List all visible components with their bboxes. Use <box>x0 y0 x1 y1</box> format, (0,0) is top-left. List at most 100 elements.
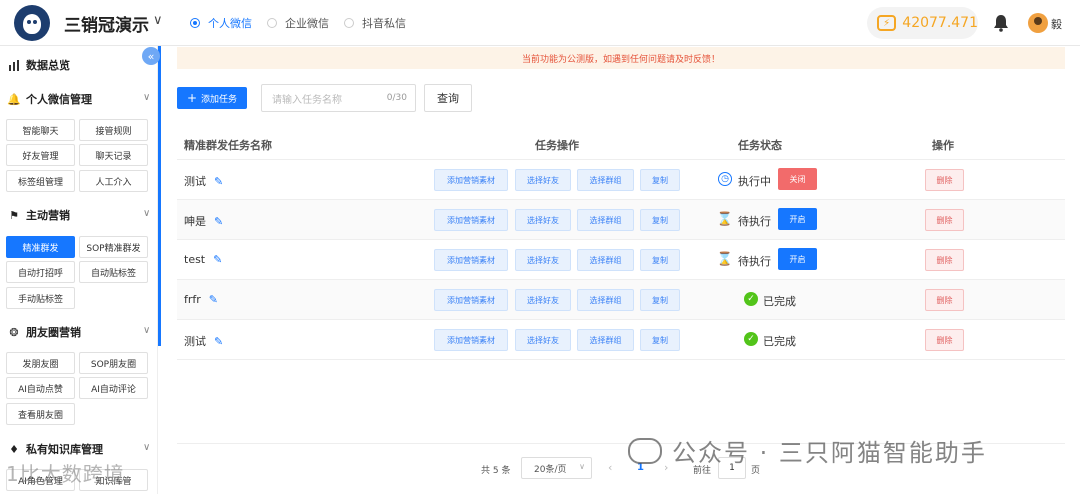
sidebar-section-knowledge-base[interactable]: ♦ 私有知识库管理 <box>8 441 103 457</box>
check-circle-icon: ✓ <box>744 292 758 306</box>
sidebar-item-auto-tag[interactable]: 自动贴标签 <box>79 261 148 283</box>
select-groups-button[interactable]: 选择群组 <box>577 169 634 191</box>
chevron-down-icon[interactable]: ∨ <box>153 13 163 28</box>
delete-button[interactable]: 删除 <box>925 209 964 231</box>
chevron-down-icon[interactable]: ∨ <box>143 442 150 453</box>
sidebar-item-ai-auto-like[interactable]: AI自动点赞 <box>6 377 75 399</box>
sidebar-section-active-marketing[interactable]: ⚑ 主动营销 <box>8 207 70 223</box>
edit-pen-icon[interactable]: ✎ <box>214 175 223 188</box>
table-row: 测试 ✎ 添加营销素材 选择好友 选择群组 复制 ✓ 已完成 删除 <box>177 320 1065 360</box>
task-search-input[interactable]: 请输入任务名称 0/30 <box>261 84 416 112</box>
chevron-down-icon[interactable]: ∨ <box>143 325 150 336</box>
start-task-button[interactable]: 开启 <box>778 208 817 230</box>
radio-icon <box>190 18 200 28</box>
status-text: 已完成 <box>763 335 796 348</box>
sidebar-item-tag-groups[interactable]: 标签组管理 <box>6 170 75 192</box>
sidebar-item-friend-management[interactable]: 好友管理 <box>6 144 75 166</box>
chevron-down-icon[interactable]: ∨ <box>143 92 150 103</box>
balance-badge[interactable]: ⚡ 42077.471 <box>867 7 978 39</box>
edit-pen-icon[interactable]: ✎ <box>213 253 222 266</box>
copy-button[interactable]: 复制 <box>640 209 680 231</box>
task-name: frfr <box>184 293 201 306</box>
page-size-select[interactable]: 20条/页 ∨ <box>521 457 592 479</box>
add-material-button[interactable]: 添加营销素材 <box>434 289 508 311</box>
select-groups-button[interactable]: 选择群组 <box>577 249 634 271</box>
select-groups-button[interactable]: 选择群组 <box>577 209 634 231</box>
select-friends-button[interactable]: 选择好友 <box>515 209 571 231</box>
select-friends-button[interactable]: 选择好友 <box>515 249 571 271</box>
edit-pen-icon[interactable]: ✎ <box>214 335 223 348</box>
sidebar-item-sop-broadcast[interactable]: SOP精准群发 <box>79 236 148 258</box>
account-type-enterprise-wechat[interactable]: 企业微信 <box>267 15 329 31</box>
select-friends-button[interactable]: 选择好友 <box>515 289 571 311</box>
copy-button[interactable]: 复制 <box>640 329 680 351</box>
prev-page-icon[interactable]: ‹ <box>608 461 612 474</box>
edit-pen-icon[interactable]: ✎ <box>214 215 223 228</box>
sidebar-item-takeover-rules[interactable]: 接管规则 <box>79 119 148 141</box>
status-text: 已完成 <box>763 295 796 308</box>
add-task-button[interactable]: + 添加任务 <box>177 87 247 109</box>
sidebar-item-manual-intervention[interactable]: 人工介入 <box>79 170 148 192</box>
user-name[interactable]: 毅 <box>1051 16 1062 32</box>
col-header-ops: 任务操作 <box>535 139 579 152</box>
delete-button[interactable]: 删除 <box>925 249 964 271</box>
select-friends-button[interactable]: 选择好友 <box>515 169 571 191</box>
start-task-button[interactable]: 开启 <box>778 248 817 270</box>
aperture-icon: ❂ <box>9 325 19 339</box>
sidebar-scrollbar[interactable] <box>158 46 161 346</box>
sidebar-item-view-moments[interactable]: 查看朋友圈 <box>6 403 75 425</box>
chevron-down-icon[interactable]: ∨ <box>143 208 150 219</box>
sidebar-section-moments-marketing[interactable]: ❂ 朋友圈营销 <box>8 324 81 340</box>
sidebar: 数据总览 🔔 个人微信管理 ∨ 智能聊天 接管规则 好友管理 聊天记录 标签组管… <box>0 46 158 494</box>
status-text: 待执行 <box>738 215 771 228</box>
check-circle-icon: ✓ <box>744 332 758 346</box>
copy-button[interactable]: 复制 <box>640 249 680 271</box>
double-chevron-left-icon[interactable]: « <box>142 47 160 65</box>
account-type-personal-wechat[interactable]: 个人微信 <box>190 15 252 31</box>
radio-icon <box>267 18 277 28</box>
sidebar-item-manual-tag[interactable]: 手动贴标签 <box>6 287 75 309</box>
add-material-button[interactable]: 添加营销素材 <box>434 329 508 351</box>
balance-amount: 42077.471 <box>902 15 978 31</box>
sidebar-item-dashboard[interactable]: 数据总览 <box>8 57 70 73</box>
col-header-name: 精准群发任务名称 <box>184 139 272 152</box>
delete-button[interactable]: 删除 <box>925 289 964 311</box>
select-friends-button[interactable]: 选择好友 <box>515 329 571 351</box>
notice-banner: 当前功能为公测版，如遇到任何问题请及时反馈！ <box>177 47 1065 69</box>
close-task-button[interactable]: 关闭 <box>778 168 817 190</box>
tag-icon: ♦ <box>9 442 19 456</box>
flag-icon: ⚑ <box>9 208 19 222</box>
delete-button[interactable]: 删除 <box>925 169 964 191</box>
sidebar-item-precise-broadcast[interactable]: 精准群发 <box>6 236 75 258</box>
notification-bell-icon[interactable] <box>993 14 1009 32</box>
sidebar-item-chat-history[interactable]: 聊天记录 <box>79 144 148 166</box>
add-material-button[interactable]: 添加营销素材 <box>434 209 508 231</box>
copy-button[interactable]: 复制 <box>640 289 680 311</box>
bar-chart-icon <box>8 59 20 71</box>
bell-icon: 🔔 <box>7 92 21 106</box>
hourglass-icon: ⌛ <box>716 211 734 227</box>
select-groups-button[interactable]: 选择群组 <box>577 329 634 351</box>
copy-button[interactable]: 复制 <box>640 169 680 191</box>
delete-button[interactable]: 删除 <box>925 329 964 351</box>
add-material-button[interactable]: 添加营销素材 <box>434 169 508 191</box>
user-avatar[interactable] <box>1028 13 1048 33</box>
task-name: test <box>184 253 206 266</box>
radio-icon <box>344 18 354 28</box>
add-material-button[interactable]: 添加营销素材 <box>434 249 508 271</box>
sidebar-section-personal-wechat[interactable]: 🔔 个人微信管理 <box>7 91 92 107</box>
sidebar-item-smart-chat[interactable]: 智能聊天 <box>6 119 75 141</box>
sidebar-item-auto-greet[interactable]: 自动打招呼 <box>6 261 75 283</box>
char-count: 0/30 <box>386 93 407 103</box>
chevron-down-icon: ∨ <box>579 462 585 471</box>
query-button[interactable]: 查询 <box>424 84 472 112</box>
app-title[interactable]: 三销冠演示 <box>64 11 149 36</box>
sidebar-item-ai-auto-comment[interactable]: AI自动评论 <box>79 377 148 399</box>
sidebar-item-post-moments[interactable]: 发朋友圈 <box>6 352 75 374</box>
table-row: 测试 ✎ 添加营销素材 选择好友 选择群组 复制 ◷ 执行中 关闭 删除 <box>177 160 1065 200</box>
account-type-douyin[interactable]: 抖音私信 <box>344 15 406 31</box>
sidebar-item-sop-moments[interactable]: SOP朋友圈 <box>79 352 148 374</box>
edit-pen-icon[interactable]: ✎ <box>209 293 218 306</box>
select-groups-button[interactable]: 选择群组 <box>577 289 634 311</box>
pagination-total: 共 5 条 <box>481 466 511 476</box>
